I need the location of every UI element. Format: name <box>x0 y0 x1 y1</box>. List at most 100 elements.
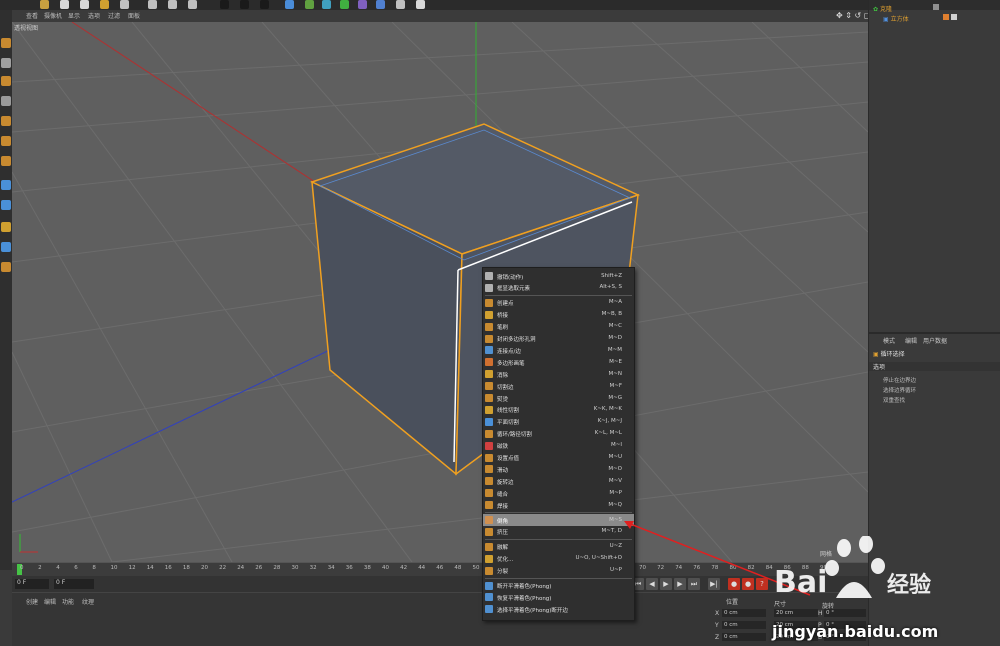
frame-range-field[interactable]: 0 F <box>54 579 94 589</box>
nurbs-icon[interactable] <box>322 0 331 9</box>
texture-mode-icon[interactable] <box>1 76 11 86</box>
context-menu-item[interactable]: 平面切割 K~J, M~J <box>483 416 634 428</box>
context-menu-item[interactable]: 切割边 M~F <box>483 380 634 392</box>
tweak-icon[interactable] <box>1 200 11 210</box>
context-menu-item[interactable]: 笔刷 M~C <box>483 321 634 333</box>
attr-tab-edit[interactable]: 编辑 <box>905 336 917 345</box>
x-axis-icon[interactable] <box>148 0 157 9</box>
context-menu-item[interactable]: 循环/路径切割 K~L, M~L <box>483 428 634 440</box>
polygons-mode-icon[interactable] <box>1 156 11 166</box>
context-menu-item[interactable]: 焊接 M~Q <box>483 499 634 511</box>
context-menu-item[interactable]: 融解 U~Z <box>483 541 634 553</box>
y-axis-icon[interactable] <box>168 0 177 9</box>
viewport-menu-panel[interactable]: 面板 <box>128 11 140 20</box>
context-menu-item[interactable]: 设置点值 M~U <box>483 452 634 464</box>
context-menu-item[interactable]: 熨烫 M~G <box>483 392 634 404</box>
render-picture-icon[interactable] <box>240 0 249 9</box>
context-menu-item[interactable]: 旋转边 M~V <box>483 475 634 487</box>
rotate-view-icon[interactable]: ↺ <box>855 11 862 20</box>
attr-tab-mode[interactable]: 模式 <box>883 336 895 345</box>
context-menu-item[interactable]: 挤压 M~T, D <box>483 526 634 538</box>
context-menu-item[interactable]: 缝合 M~P <box>483 487 634 499</box>
material-menu-function[interactable]: 功能 <box>62 597 74 606</box>
spline-pen-icon[interactable] <box>305 0 314 9</box>
coord-axis-x: X <box>715 610 720 617</box>
z-axis-icon[interactable] <box>188 0 197 9</box>
option-stop-at-boundary[interactable]: 停止在边界边 <box>883 376 916 384</box>
menu-item-label: 消除 <box>497 372 509 379</box>
context-menu-item[interactable]: 框显选取元素 Alt+S, S <box>483 282 634 294</box>
make-editable-icon[interactable] <box>1 38 11 48</box>
object-item-cube[interactable]: ▣ 立方体 <box>883 14 909 23</box>
context-menu-item[interactable]: 断开平滑着色(Phong) <box>483 580 634 592</box>
menu-item-shortcut: M~M <box>607 346 622 353</box>
menu-item-label: 倒角 <box>497 518 509 525</box>
context-menu-item[interactable]: 优化... U~O, U~Shift+O <box>483 553 634 565</box>
lock-workplane-icon[interactable] <box>1 262 11 272</box>
material-menu-edit[interactable]: 编辑 <box>44 597 56 606</box>
points-mode-icon[interactable] <box>1 116 11 126</box>
viewport-menu-cameras[interactable]: 摄像机 <box>44 11 62 20</box>
tag-icon[interactable] <box>943 14 949 20</box>
snap-icon[interactable] <box>1 222 11 232</box>
enable-axis-icon[interactable] <box>1 180 11 190</box>
context-menu-item[interactable]: 磁铁 M~I <box>483 440 634 452</box>
viewport-menu-display[interactable]: 显示 <box>68 11 80 20</box>
visibility-icon[interactable] <box>933 4 939 10</box>
current-frame-field[interactable]: 0 F <box>15 579 49 589</box>
position-y-field[interactable]: 0 cm <box>722 621 766 629</box>
option-double-search[interactable]: 双重查找 <box>883 396 905 404</box>
attr-section-options[interactable]: 选项 <box>869 362 1000 371</box>
menu-item-label: 磁铁 <box>497 444 509 451</box>
option-select-boundary-loop[interactable]: 选择边界循环 <box>883 386 916 394</box>
context-menu-item[interactable]: 滑动 M~O <box>483 463 634 475</box>
attr-tab-userdata[interactable]: 用户数据 <box>923 336 947 345</box>
live-select-icon[interactable] <box>100 0 109 9</box>
array-icon[interactable] <box>340 0 349 9</box>
context-menu-item[interactable]: 连接点/边 M~M <box>483 344 634 356</box>
timeline-tick: 24 <box>237 565 245 571</box>
render-view-icon[interactable] <box>220 0 229 9</box>
material-menu-create[interactable]: 创建 <box>26 597 38 606</box>
viewport-menu-options[interactable]: 选项 <box>88 11 100 20</box>
viewport-menu-filter[interactable]: 过滤 <box>108 11 120 20</box>
menu-item-shortcut: K~K, M~K <box>593 406 622 413</box>
context-menu-item[interactable]: 选择平滑着色(Phong)断开边 <box>483 603 634 615</box>
context-menu-item[interactable]: 恢复平滑着色(Phong) <box>483 591 634 603</box>
move-view-icon[interactable]: ✥ <box>836 11 843 20</box>
light-icon[interactable] <box>416 0 425 9</box>
menu-item-icon <box>485 272 493 280</box>
floor-icon[interactable] <box>376 0 385 9</box>
context-menu-item[interactable]: 撤销(动作) Shift+Z <box>483 270 634 282</box>
position-x-field[interactable]: 0 cm <box>722 609 766 617</box>
undo-icon[interactable] <box>120 0 129 9</box>
object-item-cloner[interactable]: ✿ 克隆 <box>873 4 892 13</box>
phong-tag-icon[interactable] <box>951 14 957 20</box>
camera-icon[interactable] <box>396 0 405 9</box>
deformer-icon[interactable] <box>358 0 367 9</box>
attr-title: 循环选择 <box>880 351 905 358</box>
context-menu-item[interactable]: 桥接 M~B, B <box>483 309 634 321</box>
sculpt-icon[interactable] <box>1 242 11 252</box>
scale-tool-icon[interactable] <box>60 0 69 9</box>
model-mode-icon[interactable] <box>1 58 11 68</box>
move-tool-icon[interactable] <box>40 0 49 9</box>
position-z-field[interactable]: 0 cm <box>722 633 766 641</box>
edges-mode-icon[interactable] <box>1 136 11 146</box>
menu-item-label: 旋转边 <box>497 479 514 486</box>
context-menu-item[interactable]: 分裂 U~P <box>483 565 634 577</box>
context-menu-item[interactable]: 封闭多边形孔洞 M~D <box>483 333 634 345</box>
material-menu-texture[interactable]: 纹理 <box>82 597 94 606</box>
context-menu-item[interactable]: 线性切割 K~K, M~K <box>483 404 634 416</box>
context-menu-item[interactable]: 创建点 M~A <box>483 297 634 309</box>
zoom-view-icon[interactable]: ⇕ <box>845 11 852 20</box>
viewport-3d[interactable]: 透视视图 <box>12 22 868 562</box>
context-menu-item[interactable]: 倒角 M~S <box>483 514 634 526</box>
context-menu-item[interactable]: 多边形画笔 M~E <box>483 356 634 368</box>
context-menu-item[interactable]: 消除 M~N <box>483 368 634 380</box>
rotate-tool-icon[interactable] <box>80 0 89 9</box>
render-settings-icon[interactable] <box>260 0 269 9</box>
cube-primitive-icon[interactable] <box>285 0 294 9</box>
viewport-menu-view[interactable]: 查看 <box>26 11 38 20</box>
workplane-icon[interactable] <box>1 96 11 106</box>
